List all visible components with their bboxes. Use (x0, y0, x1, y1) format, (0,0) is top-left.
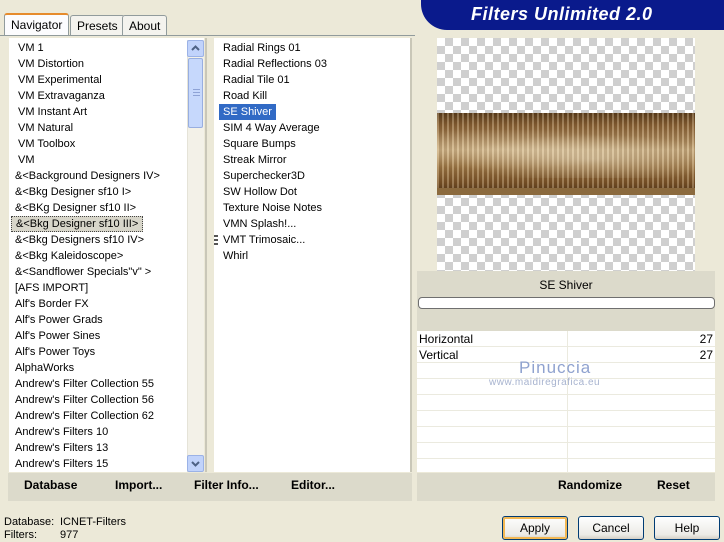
category-item[interactable]: &<Sandflower Specials"v" > (11, 264, 155, 280)
pane-divider[interactable] (410, 38, 412, 472)
filter-item[interactable]: Streak Mirror (219, 152, 291, 168)
category-item[interactable]: VM Distortion (14, 56, 88, 72)
filter-item[interactable]: Texture Noise Notes (219, 200, 326, 216)
filter-list[interactable]: Radial Rings 01 Radial Reflections 03 Radi… (214, 38, 410, 472)
filter-item[interactable]: VMN Splash!... (219, 216, 300, 232)
category-item[interactable]: Andrew's Filters 10 (11, 424, 112, 440)
category-item[interactable]: Andrew's Filter Collection 55 (11, 376, 158, 392)
editor-button[interactable]: Editor... (291, 478, 335, 492)
filter-item[interactable]: VMT Trimosaic... (219, 232, 309, 248)
parameter-grid: Horizontal 27 Vertical 27 (417, 331, 715, 475)
grip-line (193, 95, 200, 96)
category-item[interactable]: VM Experimental (14, 72, 106, 88)
filter-item[interactable]: Radial Tile 01 (219, 72, 294, 88)
scroll-down-button[interactable] (187, 455, 204, 472)
column-divider (567, 443, 568, 459)
filter-item[interactable]: Radial Reflections 03 (219, 56, 331, 72)
category-item[interactable]: VM Toolbox (14, 136, 79, 152)
banner-title: Filters Unlimited 2.0 (471, 4, 653, 24)
category-item[interactable]: &<Bkg Designers sf10 IV> (11, 232, 148, 248)
database-value: ICNET-Filters (60, 516, 126, 528)
category-item[interactable]: AlphaWorks (11, 360, 78, 376)
progress-bar (418, 297, 715, 309)
tab-about[interactable]: About (122, 15, 168, 35)
category-list[interactable]: VM 1 VM Distortion VM Experimental VM Extra… (9, 38, 204, 472)
preview-image-highlight (437, 130, 695, 178)
parameter-label: Horizontal (419, 332, 474, 346)
parameter-row (417, 411, 715, 427)
filter-item[interactable]: Square Bumps (219, 136, 300, 152)
category-item[interactable]: &<Background Designers IV> (11, 168, 164, 184)
chevron-down-icon (191, 461, 200, 467)
chevron-up-icon (191, 45, 200, 51)
scroll-up-button[interactable] (187, 40, 204, 57)
watermark-name: Pinuccia (519, 358, 592, 377)
category-item[interactable]: Alf's Border FX (11, 296, 93, 312)
watermark-site: www.maidiregrafica.eu (489, 377, 601, 388)
category-item[interactable]: &<Bkg Kaleidoscope> (11, 248, 127, 264)
cancel-button[interactable]: Cancel (578, 516, 644, 540)
tab-presets[interactable]: Presets (70, 15, 125, 35)
category-item[interactable]: &<Bkg Designer sf10 I> (11, 184, 135, 200)
database-button[interactable]: Database (24, 478, 77, 492)
parameter-value[interactable]: 27 (700, 332, 713, 346)
filter-item[interactable]: Whirl (219, 248, 252, 264)
category-item[interactable]: VM (14, 152, 39, 168)
filter-item[interactable]: SW Hollow Dot (219, 184, 301, 200)
reset-button[interactable]: Reset (657, 478, 690, 492)
category-item[interactable]: &<Bkg Designer sf10 III> (11, 216, 144, 232)
parameter-row (417, 427, 715, 443)
column-divider (567, 427, 568, 443)
category-item[interactable]: Andrew's Filters 15 (11, 456, 112, 472)
pane-divider[interactable] (205, 38, 207, 472)
apply-button[interactable]: Apply (502, 516, 568, 540)
category-item[interactable]: Alf's Power Grads (11, 312, 107, 328)
grip-line (193, 89, 200, 90)
parameter-value[interactable]: 27 (700, 348, 713, 362)
filters-count-value: 977 (60, 529, 79, 541)
preview-image-edge (437, 188, 695, 195)
parameter-row (417, 443, 715, 459)
database-label: Database: (4, 516, 55, 528)
category-item[interactable]: VM Extravaganza (14, 88, 109, 104)
column-divider (567, 395, 568, 411)
filter-item[interactable]: Superchecker3D (219, 168, 309, 184)
column-divider (567, 411, 568, 427)
category-item[interactable]: Andrew's Filter Collection 62 (11, 408, 158, 424)
category-item[interactable]: &<BKg Designer sf10 II> (11, 200, 140, 216)
category-item[interactable]: Andrew's Filters 13 (11, 440, 112, 456)
category-item[interactable]: Alf's Power Toys (11, 344, 99, 360)
item-marker (214, 235, 218, 247)
category-item[interactable]: VM Instant Art (14, 104, 91, 120)
category-item[interactable]: VM 1 (14, 40, 48, 56)
parameter-row[interactable]: Horizontal 27 (417, 331, 715, 347)
scroll-thumb[interactable] (188, 58, 203, 128)
category-item[interactable]: Andrew's Filter Collection 56 (11, 392, 158, 408)
grip-line (193, 92, 200, 93)
tab-strip-divider (0, 35, 415, 36)
parameter-label: Vertical (419, 348, 459, 362)
filter-item[interactable]: SIM 4 Way Average (219, 120, 324, 136)
category-item[interactable]: [AFS IMPORT] (11, 280, 92, 296)
filter-item[interactable]: SE Shiver (219, 104, 276, 120)
tab-navigator[interactable]: Navigator (4, 13, 70, 36)
category-item[interactable]: VM Natural (14, 120, 77, 136)
help-button[interactable]: Help (654, 516, 720, 540)
filter-item[interactable]: Road Kill (219, 88, 271, 104)
current-filter-name: SE Shiver (539, 278, 593, 292)
category-item[interactable]: Alf's Power Sines (11, 328, 104, 344)
parameter-row (417, 395, 715, 411)
filters-count-label: Filters: (4, 529, 37, 541)
filter-item[interactable]: Radial Rings 01 (219, 40, 305, 56)
column-divider (567, 331, 568, 347)
randomize-button[interactable]: Randomize (558, 478, 622, 492)
filter-info-button[interactable]: Filter Info... (194, 478, 259, 492)
import-button[interactable]: Import... (115, 478, 162, 492)
